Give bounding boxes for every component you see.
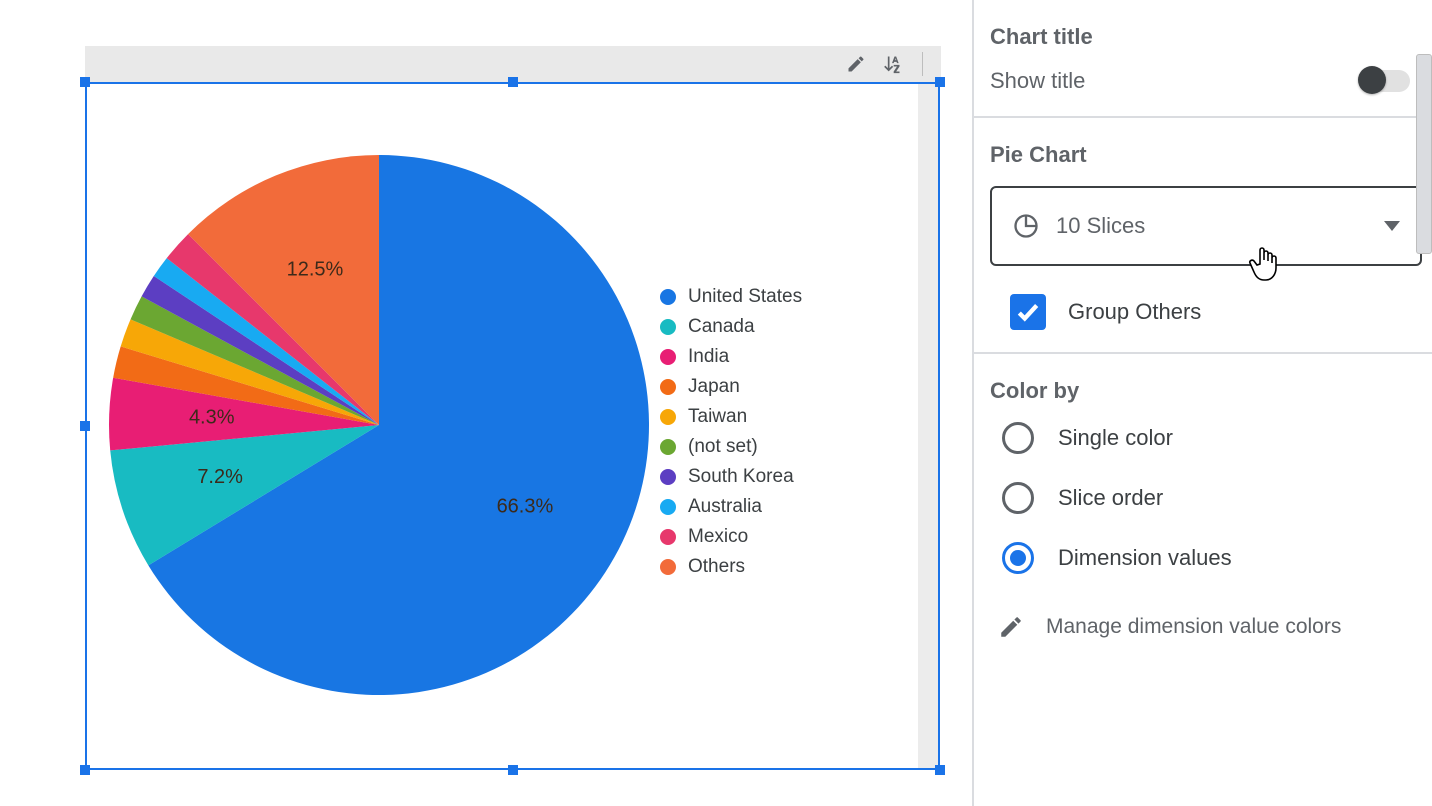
group-others-checkbox[interactable] [1010, 294, 1046, 330]
legend-swatch [660, 409, 676, 425]
manage-colors-label: Manage dimension value colors [1046, 615, 1341, 639]
chart-title-section: Chart title Show title [974, 0, 1432, 118]
color-by-slice-order[interactable]: Slice order [1002, 482, 1410, 514]
legend-label: Mexico [688, 522, 748, 552]
selection-handle[interactable] [80, 77, 90, 87]
chevron-down-icon [1384, 221, 1400, 231]
legend-swatch [660, 469, 676, 485]
legend-swatch [660, 319, 676, 335]
legend-item[interactable]: Taiwan [660, 402, 802, 432]
selection-handle[interactable] [935, 77, 945, 87]
radio-icon [1002, 482, 1034, 514]
selection-handle[interactable] [80, 765, 90, 775]
slices-dropdown-label: 10 Slices [1056, 213, 1145, 239]
slices-dropdown[interactable]: 10 Slices [990, 186, 1422, 266]
selection-handle[interactable] [508, 77, 518, 87]
pie-chart: 66.3% 7.2% 4.3% 12.5% [104, 145, 654, 705]
legend-item[interactable]: India [660, 342, 802, 372]
selection-handle[interactable] [80, 421, 90, 431]
selection-handle[interactable] [935, 765, 945, 775]
pie-icon [1012, 212, 1040, 240]
chart-canvas: 66.3% 7.2% 4.3% 12.5% United StatesCanadaIn… [0, 0, 955, 806]
legend-item[interactable]: Mexico [660, 522, 802, 552]
pie-chart-section: Pie Chart 10 Slices Group Others [974, 118, 1432, 354]
legend-label: India [688, 342, 729, 372]
legend-label: Others [688, 552, 745, 582]
pencil-icon [998, 614, 1024, 640]
legend-swatch [660, 439, 676, 455]
legend-item[interactable]: United States [660, 282, 802, 312]
legend-item[interactable]: (not set) [660, 432, 802, 462]
legend-swatch [660, 379, 676, 395]
pencil-icon[interactable] [846, 54, 866, 74]
legend-label: Taiwan [688, 402, 747, 432]
radio-label: Dimension values [1058, 545, 1232, 571]
legend-item[interactable]: Canada [660, 312, 802, 342]
toolbar-divider [922, 52, 923, 76]
legend-item[interactable]: Others [660, 552, 802, 582]
slice-label: 66.3% [497, 495, 554, 517]
legend-item[interactable]: South Korea [660, 462, 802, 492]
legend-label: (not set) [688, 432, 758, 462]
show-title-toggle[interactable] [1360, 70, 1410, 92]
slice-label: 12.5% [287, 259, 344, 281]
radio-icon [1002, 422, 1034, 454]
group-others-label: Group Others [1068, 299, 1201, 325]
legend-swatch [660, 349, 676, 365]
color-by-section: Color by Single color Slice order Dimens… [974, 354, 1432, 662]
section-header: Color by [990, 378, 1410, 404]
panel-scrollbar[interactable] [1416, 54, 1432, 254]
slice-label: 7.2% [197, 466, 243, 488]
legend-swatch [660, 499, 676, 515]
show-title-label: Show title [990, 68, 1085, 94]
slice-label: 4.3% [189, 406, 235, 428]
legend-label: Australia [688, 492, 762, 522]
legend-item[interactable]: Australia [660, 492, 802, 522]
radio-icon [1002, 542, 1034, 574]
sort-az-icon[interactable] [882, 54, 902, 74]
color-by-dimension-values[interactable]: Dimension values [1002, 542, 1410, 574]
properties-panel: Chart title Show title Pie Chart 10 Slic… [972, 0, 1432, 806]
legend-swatch [660, 289, 676, 305]
legend-label: Japan [688, 372, 740, 402]
manage-dimension-colors[interactable]: Manage dimension value colors [998, 614, 1410, 640]
legend-label: United States [688, 282, 802, 312]
section-header: Chart title [990, 24, 1410, 50]
legend-label: Canada [688, 312, 755, 342]
radio-label: Slice order [1058, 485, 1163, 511]
legend-swatch [660, 559, 676, 575]
pie-legend: United StatesCanadaIndiaJapanTaiwan(not … [660, 282, 802, 582]
legend-label: South Korea [688, 462, 794, 492]
radio-label: Single color [1058, 425, 1173, 451]
legend-swatch [660, 529, 676, 545]
selection-handle[interactable] [508, 765, 518, 775]
color-by-single-color[interactable]: Single color [1002, 422, 1410, 454]
section-header: Pie Chart [990, 142, 1410, 168]
legend-item[interactable]: Japan [660, 372, 802, 402]
